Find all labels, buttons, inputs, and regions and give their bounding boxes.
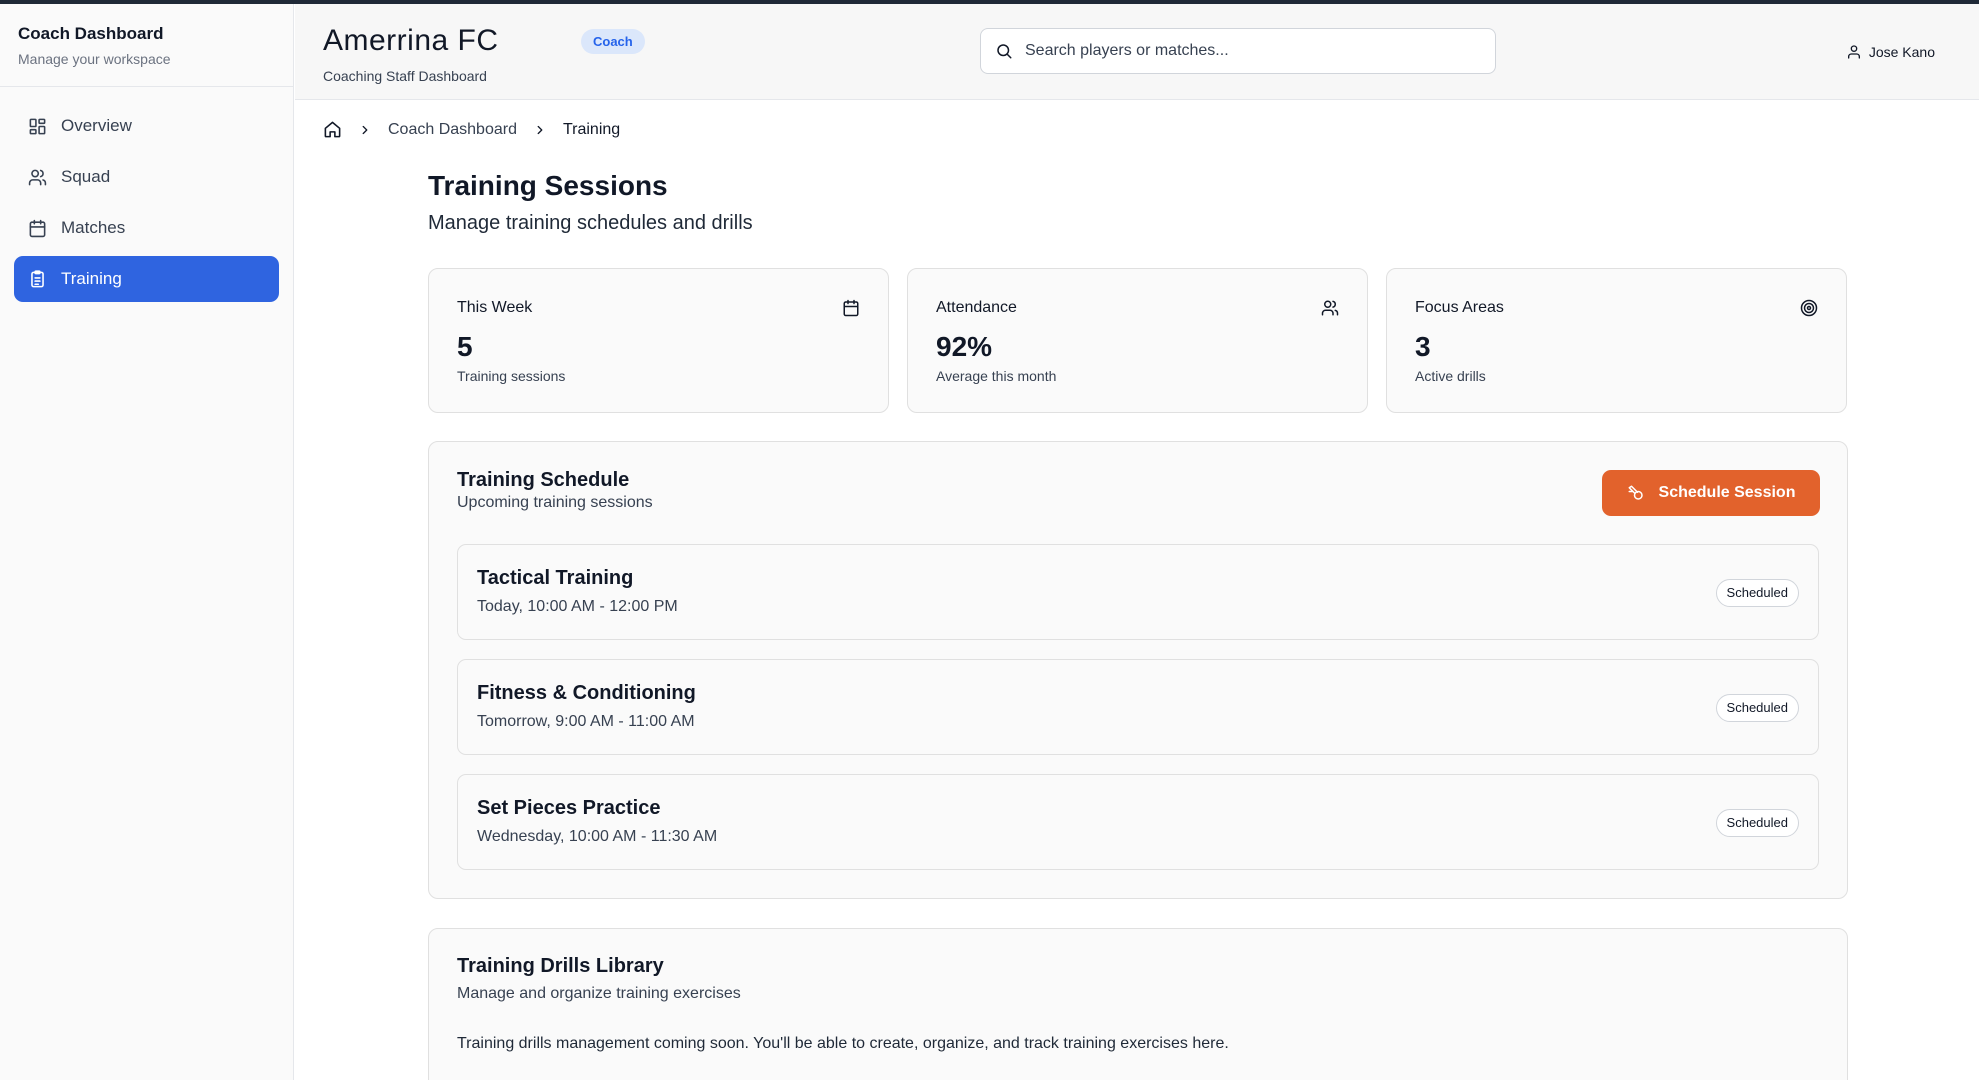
training-schedule-card: Training Schedule Upcoming training sess… <box>428 441 1848 899</box>
chevron-right-icon <box>362 125 368 134</box>
users-icon <box>28 169 47 185</box>
sidebar-subtitle: Manage your workspace <box>18 51 171 67</box>
stat-card-this-week: This Week 5 Training sessions <box>428 268 889 413</box>
grid-icon <box>29 118 46 134</box>
home-icon[interactable] <box>323 120 342 139</box>
stat-caption: Average this month <box>936 368 1057 384</box>
session-time: Tomorrow, 9:00 AM - 11:00 AM <box>477 713 695 730</box>
stat-value: 5 <box>457 331 473 362</box>
sidebar-item-label: Training <box>61 269 122 288</box>
section-subtitle: Manage and organize training exercises <box>457 985 741 1002</box>
stat-card-attendance: Attendance 92% Average this month <box>907 268 1368 413</box>
stat-caption: Active drills <box>1415 368 1486 384</box>
breadcrumb: Coach Dashboard Training <box>323 120 620 139</box>
breadcrumb-link[interactable]: Coach Dashboard <box>388 121 517 139</box>
search-bar[interactable] <box>980 28 1496 74</box>
user-menu[interactable]: Jose Kano <box>1846 44 1935 60</box>
calendar-icon <box>29 219 46 237</box>
sidebar-item-label: Matches <box>61 218 126 237</box>
button-label: Schedule Session <box>1658 484 1796 501</box>
calendar-icon <box>843 299 859 317</box>
section-title: Training Schedule <box>457 469 630 491</box>
stat-value: 3 <box>1415 331 1431 362</box>
section-subtitle: Upcoming training sessions <box>457 494 653 511</box>
page-subtitle: Manage training schedules and drills <box>428 212 753 234</box>
search-icon <box>997 44 1012 59</box>
top-header: Amerrina FC Coaching Staff Dashboard Coa… <box>295 4 1979 100</box>
session-list: Tactical Training Today, 10:00 AM - 12:0… <box>457 544 1819 889</box>
target-icon <box>1800 299 1818 317</box>
sidebar-item-overview[interactable]: Overview <box>14 103 279 149</box>
whistle-icon <box>1628 485 1643 500</box>
session-title: Tactical Training <box>477 567 634 589</box>
role-badge: Coach <box>581 29 645 54</box>
status-badge: Scheduled <box>1715 579 1799 607</box>
session-item[interactable]: Fitness & Conditioning Tomorrow, 9:00 AM… <box>457 659 1819 755</box>
breadcrumb-current: Training <box>562 120 621 138</box>
stat-label: Attendance <box>936 299 1017 316</box>
page-title: Training Sessions <box>428 170 668 201</box>
sidebar: Coach Dashboard Manage your workspace Ov… <box>0 4 294 1080</box>
stat-label: This Week <box>457 299 533 316</box>
drills-library-card: Training Drills Library Manage and organ… <box>428 928 1848 1080</box>
sidebar-title: Coach Dashboard <box>18 24 164 43</box>
team-name: Amerrina FC <box>323 24 499 57</box>
stats-row: This Week 5 Training sessions Attendance… <box>428 268 1848 413</box>
sidebar-nav: Overview Squad Matches Training <box>0 87 293 323</box>
session-time: Today, 10:00 AM - 12:00 PM <box>477 598 678 615</box>
status-badge: Scheduled <box>1715 694 1799 722</box>
schedule-session-button[interactable]: Schedule Session <box>1602 470 1820 516</box>
sidebar-item-label: Squad <box>61 167 111 186</box>
session-item[interactable]: Tactical Training Today, 10:00 AM - 12:0… <box>457 544 1819 640</box>
stat-card-focus-areas: Focus Areas 3 Active drills <box>1386 268 1847 413</box>
chevron-right-icon <box>537 125 543 134</box>
search-input[interactable] <box>1025 42 1481 60</box>
section-title: Training Drills Library <box>457 955 664 977</box>
sidebar-header: Coach Dashboard Manage your workspace <box>0 4 293 87</box>
sidebar-item-training[interactable]: Training <box>14 256 279 302</box>
stat-caption: Training sessions <box>457 368 566 384</box>
sidebar-item-label: Overview <box>61 116 132 135</box>
status-badge: Scheduled <box>1715 809 1799 837</box>
stat-value: 92% <box>936 331 993 362</box>
session-item[interactable]: Set Pieces Practice Wednesday, 10:00 AM … <box>457 774 1819 870</box>
clipboard-icon <box>31 269 44 287</box>
team-subtitle: Coaching Staff Dashboard <box>323 68 487 84</box>
sidebar-item-squad[interactable]: Squad <box>14 154 279 200</box>
coming-soon-text: Training drills management coming soon. … <box>457 1035 1229 1052</box>
users-icon <box>1321 300 1339 316</box>
session-time: Wednesday, 10:00 AM - 11:30 AM <box>477 828 718 845</box>
main-content: Coach Dashboard Training Training Sessio… <box>295 100 1979 1080</box>
user-icon <box>1847 45 1860 59</box>
user-name: Jose Kano <box>1868 44 1935 60</box>
sidebar-item-matches[interactable]: Matches <box>14 205 279 251</box>
session-title: Set Pieces Practice <box>477 797 661 819</box>
stat-label: Focus Areas <box>1415 299 1504 316</box>
session-title: Fitness & Conditioning <box>477 682 696 704</box>
